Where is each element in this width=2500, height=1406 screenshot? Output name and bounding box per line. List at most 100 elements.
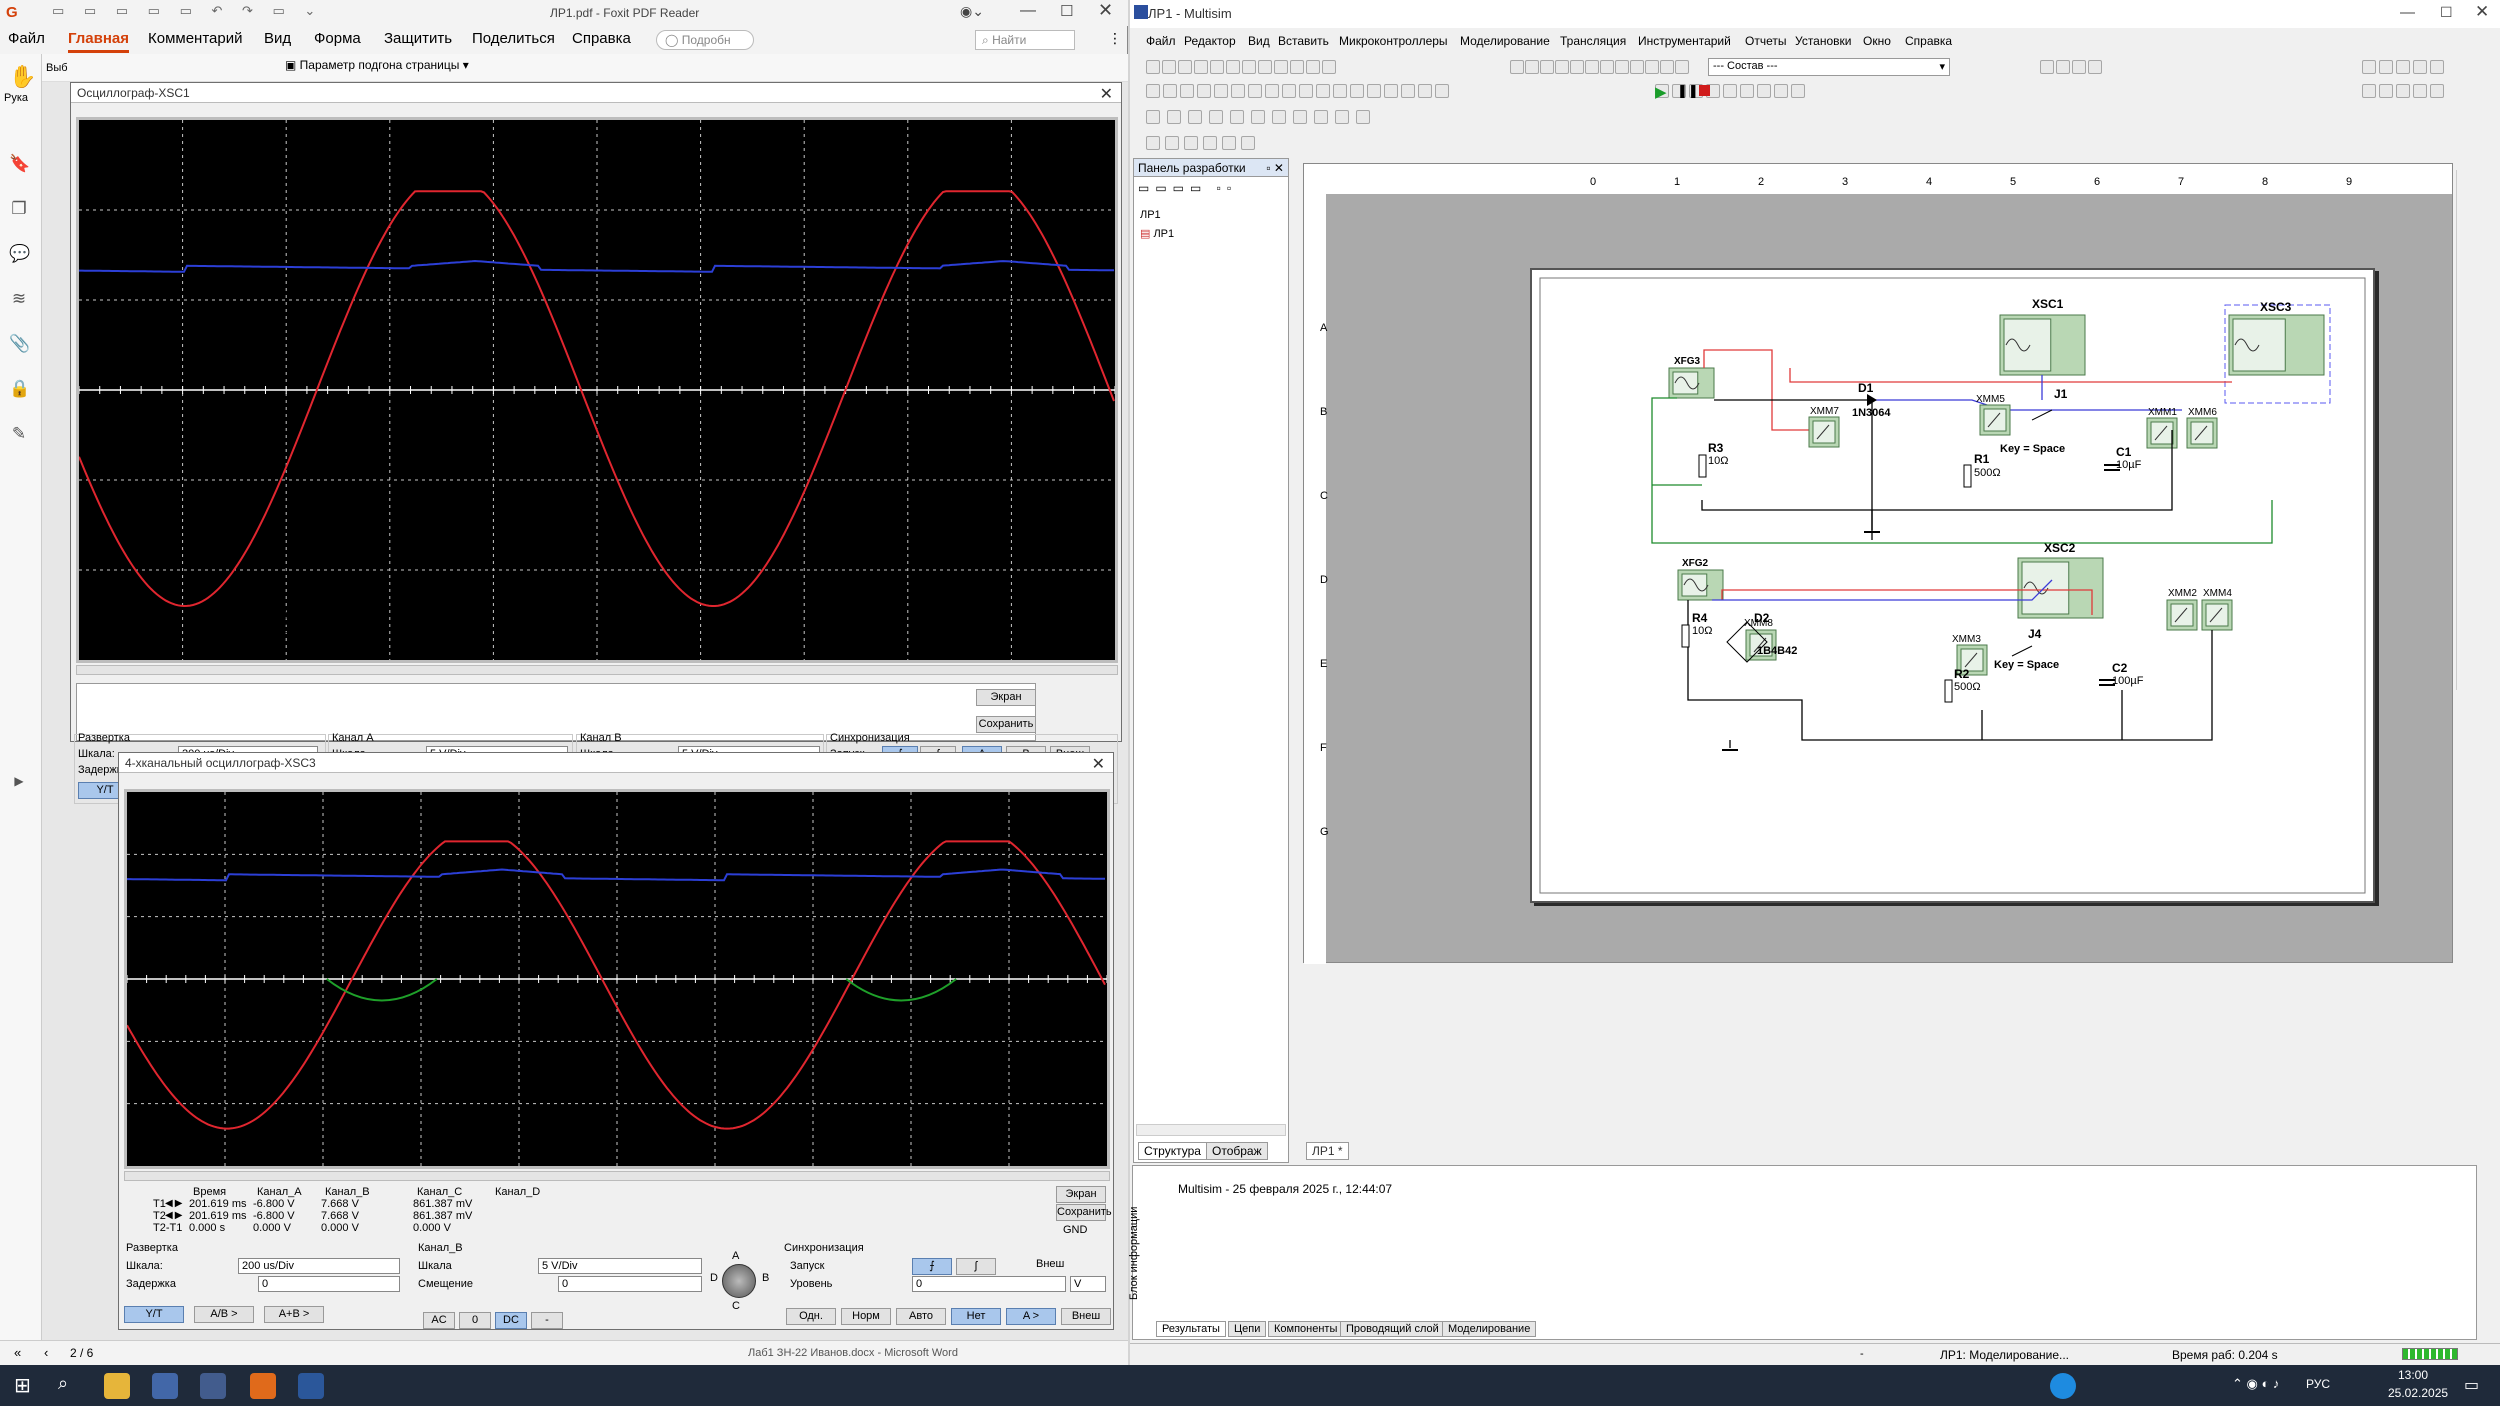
osc2-cursor-arrows[interactable]: ◀▶ — [165, 1198, 184, 1209]
ms-tool-button[interactable] — [2040, 60, 2054, 74]
tell-me-search[interactable]: ◯ Подробн — [656, 30, 754, 50]
ms-tool-button[interactable] — [1180, 84, 1194, 98]
osc1-cursor-arrows[interactable]: ◀▶ — [118, 628, 137, 639]
run-icon[interactable]: ▶ — [1655, 83, 1667, 101]
ms-tool-button[interactable] — [1226, 60, 1240, 74]
osc2-ch-btn-3[interactable]: - — [531, 1312, 563, 1329]
ms-tool-button[interactable] — [1356, 110, 1370, 124]
ms-tool-button[interactable] — [1282, 84, 1296, 98]
foxit-menu-4[interactable]: Форма — [314, 30, 361, 47]
ms-menu-10[interactable]: Окно — [1863, 34, 1891, 48]
ms-tool-button[interactable] — [1401, 84, 1415, 98]
ms-tool-button[interactable] — [1600, 60, 1614, 74]
foxit-task-icon[interactable] — [250, 1373, 276, 1399]
ms-tool-button[interactable] — [1316, 84, 1330, 98]
channel-selector-knob[interactable] — [722, 1264, 756, 1298]
ms-tool-button[interactable] — [2413, 60, 2427, 74]
ms-tool-button[interactable] — [1146, 84, 1160, 98]
multisim-task-icon[interactable] — [200, 1373, 226, 1399]
panel-hscroll[interactable] — [1136, 1124, 1286, 1136]
ms-tool-button[interactable] — [1774, 84, 1788, 98]
ms-tool-button[interactable] — [1645, 60, 1659, 74]
ms-tool-button[interactable] — [1165, 136, 1179, 150]
ms-tool-button[interactable] — [1231, 84, 1245, 98]
foxit-menu-3[interactable]: Вид — [264, 30, 291, 47]
results-tab-0[interactable]: Результаты — [1156, 1321, 1226, 1337]
ms-tool-button[interactable] — [2056, 60, 2070, 74]
xmm4-meter[interactable] — [2201, 599, 2233, 631]
clock-date[interactable]: 25.02.2025 — [2388, 1386, 2448, 1400]
stop-icon[interactable] — [1699, 85, 1710, 96]
xsc3-instrument[interactable] — [2228, 314, 2325, 376]
ms-tool-button[interactable] — [1290, 60, 1304, 74]
pages-icon[interactable]: ❐ — [9, 199, 29, 219]
osc2-delay-field[interactable]: 0 — [258, 1276, 400, 1292]
ms-tool-button[interactable] — [1350, 84, 1364, 98]
bookmark-icon[interactable]: 🔖 — [9, 154, 30, 174]
xfg2-instrument[interactable] — [1677, 569, 1724, 601]
panel-tab-0[interactable]: Структура — [1138, 1142, 1207, 1160]
panel-tab-1[interactable]: Отображ — [1206, 1142, 1268, 1160]
ms-tool-button[interactable] — [1146, 60, 1160, 74]
xmm7-meter[interactable] — [1808, 416, 1840, 448]
attachments-icon[interactable]: 📎 — [9, 334, 30, 354]
panel-close-icon[interactable]: ▫ ✕ — [1266, 161, 1284, 175]
app-icon[interactable] — [152, 1373, 178, 1399]
ms-tool-button[interactable] — [1230, 110, 1244, 124]
notification-icon[interactable]: ▭ — [2464, 1375, 2479, 1395]
osc2-mode-btn-4[interactable]: A > — [1006, 1308, 1056, 1325]
ms-tool-button[interactable] — [1322, 60, 1336, 74]
ms-tool-button[interactable] — [2362, 60, 2376, 74]
osc2-save-button[interactable]: Сохранить — [1056, 1204, 1112, 1221]
osc2-ch-btn-1[interactable]: 0 — [459, 1312, 491, 1329]
foxit-menu-5[interactable]: Защитить — [384, 30, 452, 47]
ms-tool-button[interactable] — [1209, 110, 1223, 124]
foxit-menu-2[interactable]: Комментарий — [148, 30, 242, 47]
switch-j1[interactable] — [2031, 409, 2053, 421]
xmm6-meter[interactable] — [2186, 417, 2218, 449]
osc2-sweep-btn-1[interactable]: A/B > — [194, 1306, 254, 1323]
results-tab-1[interactable]: Цепи — [1228, 1321, 1267, 1337]
ms-menu-9[interactable]: Установки — [1795, 34, 1851, 48]
foxit-menu-6[interactable]: Поделиться — [472, 30, 555, 47]
ms-tool-button[interactable] — [1314, 110, 1328, 124]
ms-tool-button[interactable] — [2413, 84, 2427, 98]
osc2-cursor-arrows[interactable]: ◀▶ — [165, 1210, 184, 1221]
comments-icon[interactable]: 💬 — [9, 244, 30, 264]
close-button[interactable]: ✕ — [1098, 0, 1113, 21]
ms-tool-button[interactable] — [1163, 84, 1177, 98]
prev-page-icon[interactable]: ‹ — [44, 1345, 48, 1360]
find-input[interactable]: ⌕ Найти — [975, 30, 1075, 50]
ms-tool-button[interactable] — [1335, 110, 1349, 124]
xsc2-instrument[interactable] — [2017, 557, 2104, 619]
ms-tool-button[interactable] — [1306, 60, 1320, 74]
resistor-r1[interactable] — [1963, 464, 1972, 488]
signature-icon[interactable]: ✎ — [9, 424, 29, 444]
ms-maximize-button[interactable]: ☐ — [2440, 4, 2453, 21]
results-tab-4[interactable]: Моделирование — [1442, 1321, 1537, 1337]
osc2-rising-edge-icon[interactable]: ⨍ — [912, 1258, 952, 1275]
resistor-r4[interactable] — [1681, 624, 1690, 648]
start-icon[interactable]: ⊞ — [14, 1373, 40, 1399]
osc2-falling-edge-icon[interactable]: ʃ — [956, 1258, 996, 1275]
ms-tool-button[interactable] — [1162, 60, 1176, 74]
ms-menu-0[interactable]: Файл — [1146, 34, 1176, 48]
ms-tool-button[interactable] — [1203, 136, 1217, 150]
ms-tool-button[interactable] — [1265, 84, 1279, 98]
ms-tool-button[interactable] — [1222, 136, 1236, 150]
ms-tool-button[interactable] — [1525, 60, 1539, 74]
tray-icons[interactable]: ⌃ ◉ ◐ ♪ — [2232, 1376, 2279, 1392]
help-icon[interactable] — [2050, 1373, 2076, 1399]
ms-menu-7[interactable]: Инструментарий — [1638, 34, 1731, 48]
ms-tool-button[interactable] — [2396, 84, 2410, 98]
ms-tool-button[interactable] — [1178, 60, 1192, 74]
ms-menu-3[interactable]: Вставить — [1278, 34, 1329, 48]
foxit-menu-1[interactable]: Главная — [68, 30, 130, 53]
osc1-titlebar[interactable]: Осциллограф-XSC1 — [71, 83, 1121, 103]
osc2-ch-offset[interactable]: 0 — [558, 1276, 702, 1292]
ms-tool-button[interactable] — [1418, 84, 1432, 98]
ms-tool-button[interactable] — [2379, 60, 2393, 74]
ms-tool-button[interactable] — [1241, 136, 1255, 150]
ms-close-button[interactable]: ✕ — [2475, 2, 2489, 22]
foxit-menu-7[interactable]: Справка — [572, 30, 631, 47]
